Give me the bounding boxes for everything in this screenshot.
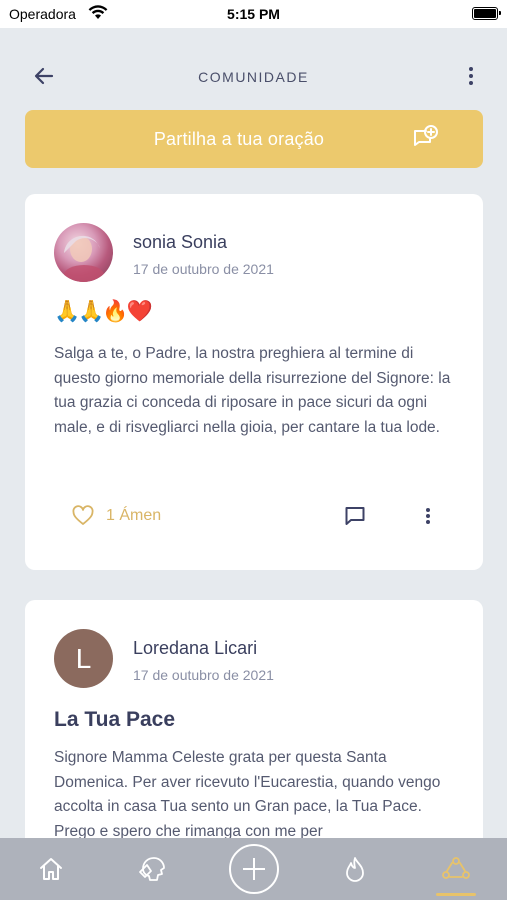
home-icon: [40, 858, 62, 880]
comment-button[interactable]: [343, 504, 367, 528]
avatar[interactable]: L: [54, 629, 113, 688]
battery-icon: [472, 7, 501, 20]
post-author[interactable]: sonia Sonia: [133, 232, 227, 253]
share-prayer-button[interactable]: Partilha a tua oração: [25, 110, 483, 168]
top-navigation-bar: COMUNIDADE: [0, 28, 507, 108]
more-vertical-icon: [469, 67, 473, 85]
active-tab-indicator: [436, 893, 476, 896]
tab-community[interactable]: [426, 838, 486, 900]
clock-label: 5:15 PM: [227, 6, 280, 22]
post-date: 17 de outubro de 2021: [133, 667, 274, 683]
post-emojis: 🙏🙏🔥❤️: [54, 300, 153, 323]
header-more-button[interactable]: [462, 64, 480, 88]
post-body: Salga a te, o Padre, la nostra preghiera…: [54, 345, 451, 436]
comment-icon: [345, 507, 365, 525]
tab-home[interactable]: [21, 838, 81, 900]
more-vertical-icon: [426, 508, 430, 524]
bottom-tab-bar: [0, 838, 507, 900]
status-bar: Operadora 5:15 PM: [0, 0, 507, 28]
post-title: La Tua Pace: [54, 708, 175, 731]
heart-icon: [72, 505, 94, 525]
post-body: Signore Mamma Celeste grata per questa S…: [54, 749, 441, 840]
community-icon: [442, 857, 470, 879]
post-more-button[interactable]: [420, 504, 436, 528]
tab-prayer[interactable]: [122, 838, 182, 900]
avatar[interactable]: [54, 223, 113, 282]
add-post-button[interactable]: [229, 844, 279, 894]
amen-count-label: 1 Ámen: [106, 507, 162, 524]
tab-inspiration[interactable]: [325, 838, 385, 900]
page-title: COMUNIDADE: [198, 69, 309, 85]
praying-head-icon: [139, 857, 165, 881]
post-card: sonia Sonia 17 de outubro de 2021 🙏🙏🔥❤️ …: [25, 194, 483, 570]
post-author[interactable]: Loredana Licari: [133, 638, 257, 659]
post-date: 17 de outubro de 2021: [133, 261, 274, 277]
flame-icon: [346, 857, 364, 882]
add-comment-icon: [411, 125, 439, 156]
